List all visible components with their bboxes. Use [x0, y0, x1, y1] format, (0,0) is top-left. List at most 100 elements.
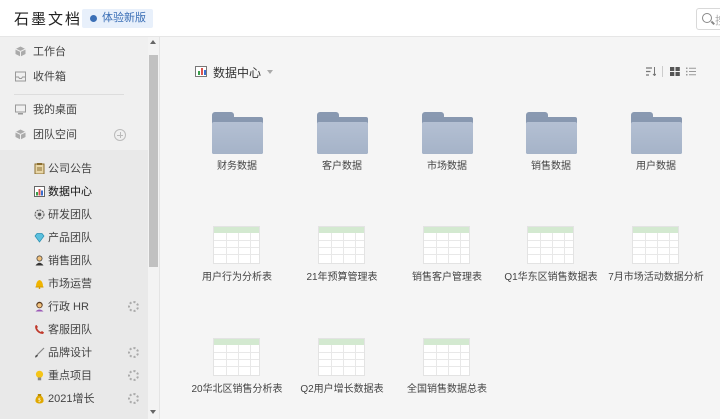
folder-icon	[526, 112, 577, 154]
inbox-icon	[15, 71, 26, 82]
sidebar-item-rnd-team[interactable]: 研发团队	[0, 203, 148, 227]
sidebar-item-team-space[interactable]: 团队空间	[0, 123, 148, 147]
spreadsheet-icon	[213, 226, 260, 264]
team-settings-icon[interactable]	[128, 370, 139, 381]
sidebar-item-label: 团队空间	[33, 129, 77, 141]
sidebar-item-label: 2021增长	[48, 393, 95, 405]
brand-logo[interactable]: 石墨文档	[14, 8, 82, 29]
clipboard-icon	[34, 163, 45, 174]
spreadsheet-name: 21年预算管理表	[306, 272, 378, 283]
desktop-icon	[15, 104, 26, 115]
scroll-down-icon[interactable]	[150, 410, 156, 414]
spreadsheet-icon	[318, 338, 365, 376]
sidebar-item-label: 重点项目	[48, 370, 92, 382]
sidebar-item-company-notice[interactable]: 公司公告	[0, 157, 148, 181]
page-title[interactable]: 数据中心	[213, 64, 261, 81]
folder-name: 销售数据	[531, 161, 571, 172]
sidebar-item-label: 市场运营	[48, 278, 92, 290]
folder-item[interactable]: 客户数据	[292, 112, 392, 177]
bar-chart-icon	[34, 186, 45, 197]
spreadsheet-item[interactable]: 用户行为分析表	[187, 226, 287, 301]
cube-icon	[15, 129, 26, 140]
folder-item[interactable]: 用户数据	[606, 112, 706, 177]
spreadsheet-item[interactable]: Q1华东区销售数据表	[501, 226, 601, 301]
spreadsheet-name: 20华北区销售分析表	[191, 384, 283, 395]
spreadsheet-icon	[423, 226, 470, 264]
team-settings-icon[interactable]	[128, 301, 139, 312]
sidebar-item-inbox[interactable]: 收件箱	[0, 65, 148, 89]
sidebar-item-my-desktop[interactable]: 我的桌面	[0, 98, 148, 122]
diamond-icon	[34, 233, 45, 243]
grid-view-icon[interactable]	[670, 67, 680, 76]
sidebar-item-key-projects[interactable]: 重点项目	[0, 364, 148, 388]
folder-icon	[422, 112, 473, 154]
sidebar-item-label: 客服团队	[48, 324, 92, 336]
spreadsheet-icon	[527, 226, 574, 264]
search-icon	[702, 13, 712, 23]
brush-icon	[35, 347, 45, 358]
bar-chart-icon	[195, 66, 207, 77]
sidebar-item-label: 公司公告	[48, 163, 92, 175]
folder-name: 客户数据	[322, 161, 362, 172]
title-dropdown-icon[interactable]	[267, 70, 273, 74]
spreadsheet-item[interactable]: 7月市场活动数据分析	[606, 226, 706, 301]
sidebar-divider	[14, 94, 124, 95]
spreadsheet-name: 用户行为分析表	[202, 272, 272, 283]
sidebar: 工作台 收件箱 我的桌面 团队空间 公司公告 数据中心 研发团队 产品团队 销售…	[0, 37, 160, 419]
folder-name: 用户数据	[636, 161, 676, 172]
sidebar-scroll-thumb[interactable]	[149, 55, 158, 267]
cube-icon	[15, 46, 26, 57]
sidebar-item-sales-team[interactable]: 销售团队	[0, 249, 148, 273]
sidebar-item-product-team[interactable]: 产品团队	[0, 226, 148, 250]
money-bag-icon: $	[35, 394, 44, 404]
spreadsheet-item[interactable]: Q2用户增长数据表	[292, 338, 392, 413]
sidebar-item-label: 产品团队	[48, 232, 92, 244]
scroll-up-icon[interactable]	[150, 40, 156, 44]
toolbar-divider	[662, 66, 663, 77]
spreadsheet-item[interactable]: 销售客户管理表	[397, 226, 497, 301]
sidebar-item-label: 数据中心	[48, 186, 92, 198]
folder-item[interactable]: 财务数据	[187, 112, 287, 177]
search-placeholder: 搜	[715, 12, 720, 28]
add-team-icon[interactable]	[114, 129, 126, 141]
lightbulb-icon	[35, 370, 44, 381]
spreadsheet-name: 全国销售数据总表	[407, 384, 487, 395]
sidebar-item-data-center[interactable]: 数据中心	[0, 180, 148, 204]
folder-item[interactable]: 市场数据	[397, 112, 497, 177]
search-input[interactable]: 搜	[696, 8, 720, 30]
person-icon	[35, 255, 44, 266]
sidebar-item-label: 品牌设计	[48, 347, 92, 359]
phone-icon	[35, 325, 44, 334]
try-new-version-label: 体验新版	[102, 12, 146, 24]
spreadsheet-name: Q2用户增长数据表	[300, 384, 384, 395]
team-settings-icon[interactable]	[128, 393, 139, 404]
sidebar-item-brand-design[interactable]: 品牌设计	[0, 341, 148, 365]
try-new-version-button[interactable]: 体验新版	[82, 9, 153, 28]
sidebar-item-customer-service[interactable]: 客服团队	[0, 318, 148, 342]
spreadsheet-icon	[318, 226, 365, 264]
woman-icon	[35, 301, 44, 312]
spreadsheet-name: 销售客户管理表	[412, 272, 482, 283]
sort-icon[interactable]	[646, 67, 656, 76]
main-content: 数据中心 财务数据 客户数据 市场数据 销售数据 用户数据 用户行为分析表 21…	[160, 37, 720, 419]
sidebar-item-label: 行政 HR	[48, 301, 89, 313]
sidebar-item-label: 销售团队	[48, 255, 92, 267]
folder-icon	[317, 112, 368, 154]
team-settings-icon[interactable]	[128, 347, 139, 358]
sidebar-item-label: 工作台	[33, 46, 66, 58]
sidebar-item-label: 研发团队	[48, 209, 92, 221]
list-view-icon[interactable]	[686, 67, 696, 76]
folder-icon	[212, 112, 263, 154]
sidebar-item-admin-hr[interactable]: 行政 HR	[0, 295, 148, 319]
sidebar-item-label: 收件箱	[33, 71, 66, 83]
folder-name: 财务数据	[217, 161, 257, 172]
sidebar-item-workbench[interactable]: 工作台	[0, 40, 148, 64]
folder-item[interactable]: 销售数据	[501, 112, 601, 177]
sidebar-item-label: 我的桌面	[33, 104, 77, 116]
sidebar-item-growth-2021[interactable]: $ 2021增长	[0, 387, 148, 411]
spreadsheet-item[interactable]: 20华北区销售分析表	[187, 338, 287, 413]
sidebar-item-marketing-ops[interactable]: 市场运营	[0, 272, 148, 296]
spreadsheet-item[interactable]: 全国销售数据总表	[397, 338, 497, 413]
bell-icon	[35, 280, 44, 289]
spreadsheet-item[interactable]: 21年预算管理表	[292, 226, 392, 301]
